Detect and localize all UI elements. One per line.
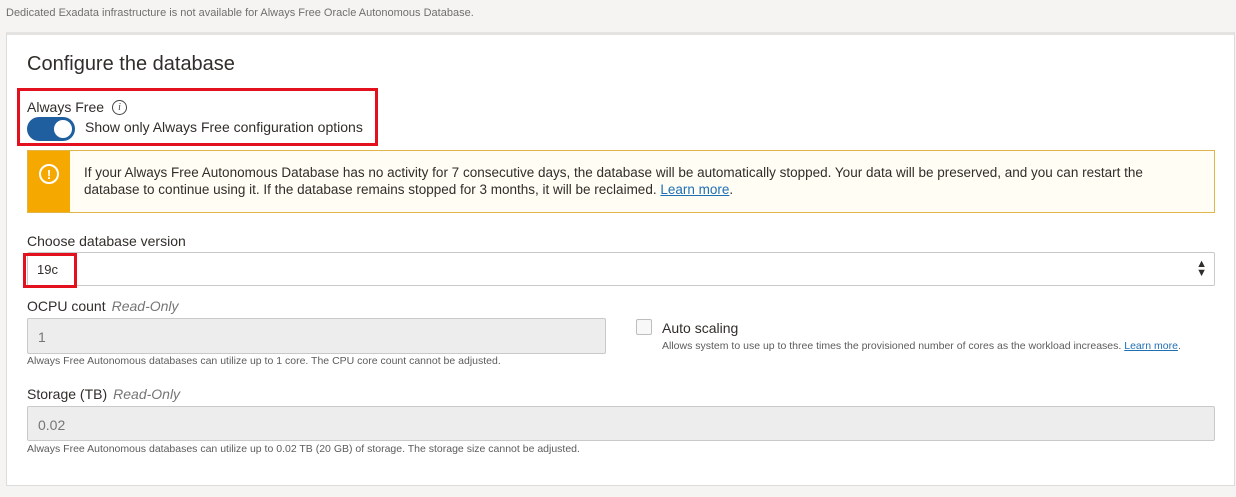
db-version-highlight — [23, 253, 77, 288]
ocpu-help: Always Free Autonomous databases can uti… — [27, 355, 501, 367]
section-title: Configure the database — [27, 53, 235, 75]
storage-input: 0.02 — [27, 406, 1215, 441]
always-free-label: Always Free — [27, 99, 105, 115]
exadata-note: Dedicated Exadata infrastructure is not … — [6, 7, 474, 19]
storage-label-text: Storage (TB) — [27, 386, 108, 402]
auto-scaling-end: . — [1177, 340, 1181, 352]
toggle-label: Show only Always Free configuration opti… — [85, 119, 363, 135]
notice-end: . — [729, 182, 734, 197]
notice-text: If your Always Free Autonomous Database … — [84, 165, 1143, 197]
ocpu-input: 1 — [27, 318, 606, 354]
notice-message: If your Always Free Autonomous Database … — [84, 164, 1194, 198]
auto-scaling-label: Auto scaling — [662, 320, 739, 336]
toggle-knob — [54, 120, 72, 138]
notice-side-bar: ! — [28, 151, 70, 212]
auto-scaling-learn-more-link[interactable]: Learn more — [1124, 340, 1178, 352]
auto-scaling-help: Allows system to use up to three times t… — [662, 340, 1181, 352]
always-free-notice: ! If your Always Free Autonomous Databas… — [27, 150, 1215, 213]
always-free-toggle[interactable] — [27, 117, 75, 141]
auto-scaling-help-text: Allows system to use up to three times t… — [662, 340, 1122, 352]
storage-label: Storage (TB) Read-Only — [27, 386, 180, 402]
info-icon[interactable]: i — [112, 99, 128, 115]
warning-icon: ! — [39, 164, 59, 184]
auto-scaling-checkbox[interactable] — [636, 319, 652, 335]
db-version-select[interactable]: 19c ▲ ▼ — [27, 252, 1215, 286]
db-version-label: Choose database version — [27, 233, 186, 249]
configure-database-panel: Configure the database Always Free i Sho… — [6, 32, 1235, 486]
notice-learn-more-link[interactable]: Learn more — [660, 182, 729, 197]
storage-readonly-tag: Read-Only — [113, 386, 181, 402]
select-chevron-icon: ▲ ▼ — [1196, 258, 1207, 279]
ocpu-label: OCPU count Read-Only — [27, 298, 179, 314]
storage-help: Always Free Autonomous databases can uti… — [27, 443, 580, 455]
always-free-label-row: Always Free i — [27, 99, 128, 115]
ocpu-label-text: OCPU count — [27, 298, 106, 314]
ocpu-readonly-tag: Read-Only — [111, 298, 179, 314]
